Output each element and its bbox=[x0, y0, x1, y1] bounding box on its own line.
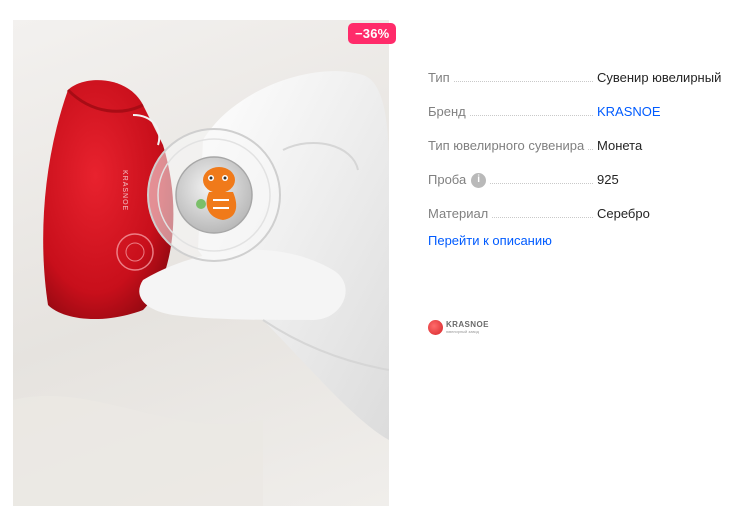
krasnoe-logo-icon bbox=[428, 320, 443, 335]
spec-value: Сувенир ювелирный bbox=[597, 70, 722, 85]
go-to-description-link[interactable]: Перейти к описанию bbox=[428, 233, 552, 248]
spec-row-brand: Бренд KRASNOE bbox=[428, 86, 728, 120]
specifications-list: Тип Сувенир ювелирный Бренд KRASNOE Тип … bbox=[428, 52, 728, 222]
spec-dots bbox=[453, 81, 593, 82]
brand-link[interactable]: KRASNOE bbox=[597, 104, 728, 120]
spec-name: Тип bbox=[428, 70, 450, 86]
spec-name-label: Бренд bbox=[428, 104, 466, 119]
brand-logo-tagline: ювелирный завод bbox=[446, 329, 480, 334]
spec-dots bbox=[588, 149, 593, 150]
brand-logo-text: KRASNOE ювелирный завод bbox=[446, 320, 489, 335]
spec-name: Проба i bbox=[428, 172, 487, 188]
brand-logo-name: KRASNOE bbox=[446, 320, 489, 329]
spec-dots bbox=[492, 217, 593, 218]
spec-row-fineness: Проба i 925 bbox=[428, 154, 728, 188]
pouch-brand-label: KRASNOE bbox=[121, 170, 128, 211]
spec-dots bbox=[490, 183, 593, 184]
product-photo[interactable]: KRASNOE bbox=[13, 20, 389, 506]
spec-row-souvenir-type: Тип ювелирного сувенира Монета bbox=[428, 120, 728, 154]
discount-badge: −36% bbox=[348, 23, 397, 44]
spec-name: Тип ювелирного сувенира bbox=[428, 138, 584, 154]
spec-name-label: Тип ювелирного сувенира bbox=[428, 138, 585, 153]
brand-logo[interactable]: KRASNOE ювелирный завод bbox=[428, 320, 489, 335]
spec-value: 925 bbox=[597, 172, 619, 187]
spec-value: Серебро bbox=[597, 206, 650, 221]
info-icon[interactable]: i bbox=[471, 172, 487, 188]
spec-row-type: Тип Сувенир ювелирный bbox=[428, 52, 728, 86]
spec-dots bbox=[469, 115, 593, 116]
spec-name-label: Материал bbox=[428, 206, 489, 221]
spec-name-label: Проба bbox=[428, 172, 467, 187]
spec-row-material: Материал Серебро bbox=[428, 188, 728, 222]
spec-name: Материал bbox=[428, 206, 488, 222]
spec-name: Бренд bbox=[428, 104, 466, 120]
spec-name-label: Тип bbox=[428, 70, 450, 85]
spec-value: Монета bbox=[597, 138, 643, 153]
product-photo-illustration: KRASNOE bbox=[13, 71, 389, 506]
